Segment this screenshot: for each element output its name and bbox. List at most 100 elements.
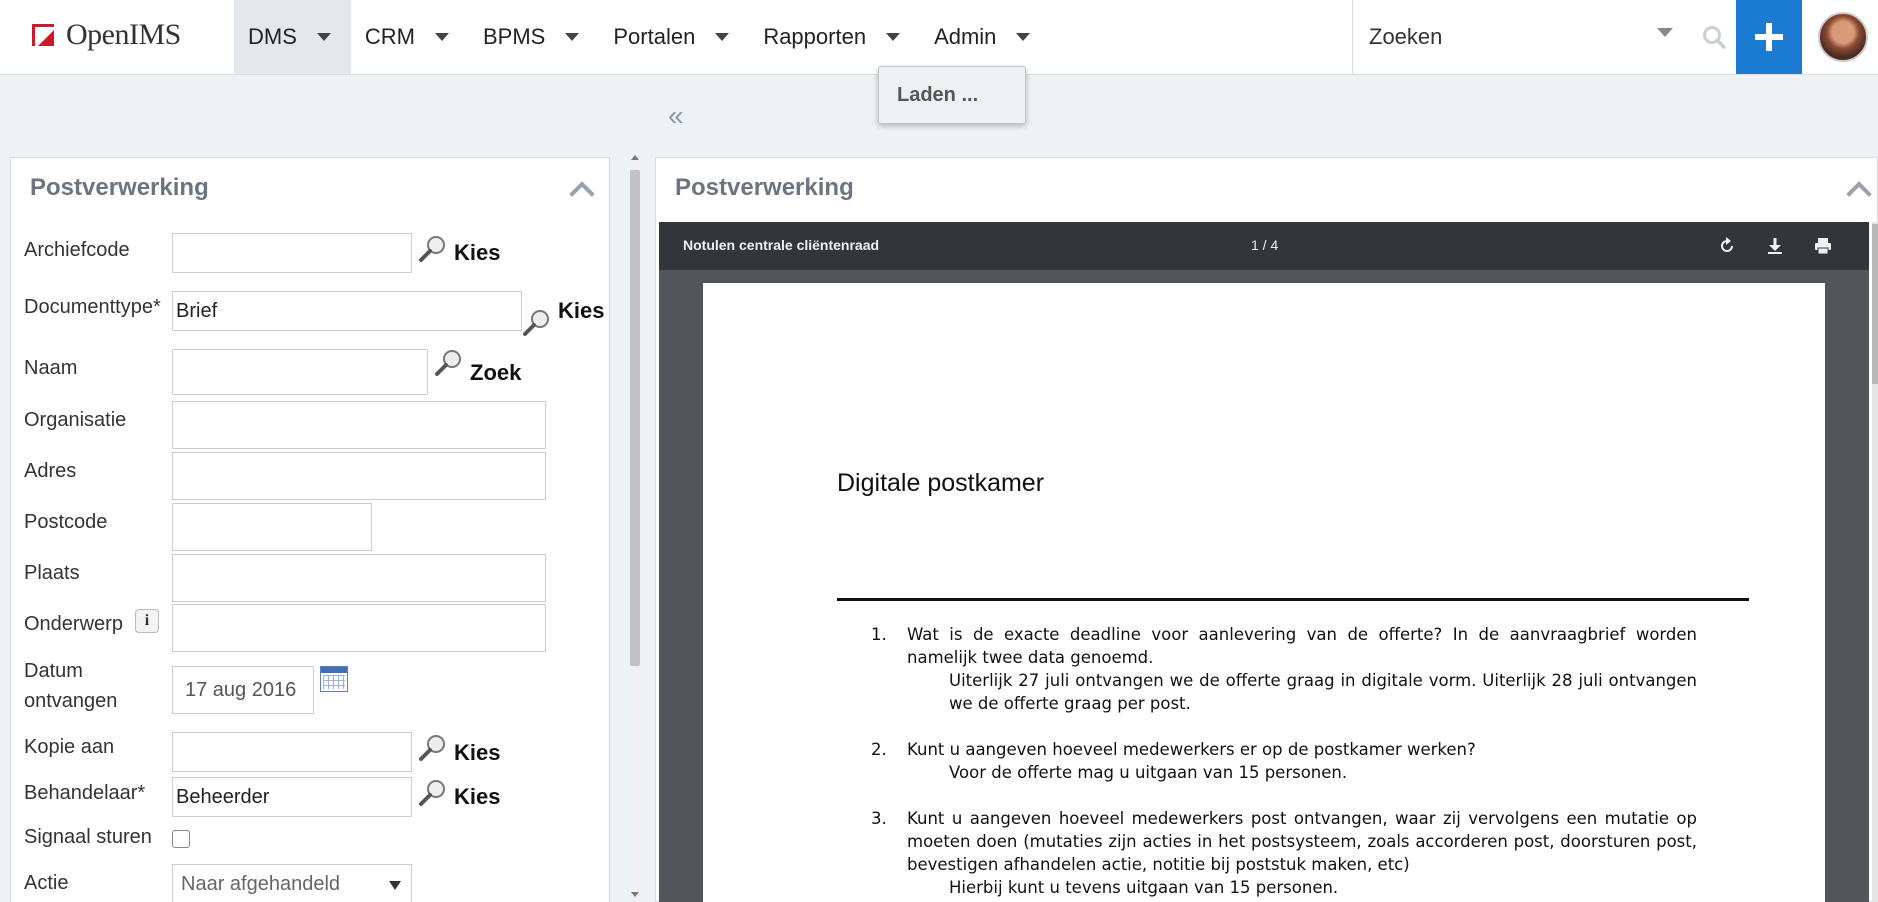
panel-title: Postverwerking [675,174,854,201]
download-icon[interactable] [1765,236,1785,256]
list-item-answer: Uiterlijk 27 juli ontvangen we de offert… [949,671,1697,713]
right-scrollbar-thumb[interactable] [1872,224,1878,384]
signaal-label: Signaal sturen [24,826,152,848]
openims-logo[interactable]: OpenIMS [30,18,181,52]
documenttype-label: Documenttype* [24,296,161,318]
nav-item-label: Rapporten [763,24,867,49]
documenttype-input[interactable] [172,291,522,331]
rotate-icon[interactable] [1717,236,1737,256]
adres-input[interactable] [172,452,546,500]
magnifier-icon[interactable] [418,778,448,808]
datum-label-line1: Datum [24,660,83,682]
caret-down-icon [389,881,401,890]
scroll-up-icon[interactable] [631,155,639,160]
list-item-question: Kunt u aangeven hoeveel medewerkers er o… [907,740,1476,759]
signaal-checkbox[interactable] [172,830,190,848]
caret-down-icon [435,33,449,41]
panel-title: Postverwerking [30,174,209,201]
organisatie-label: Organisatie [24,409,127,431]
archiefcode-input[interactable] [172,233,412,273]
search-input[interactable] [1369,20,1649,54]
pdf-viewer: Notulen centrale cliëntenraad 1 / 4 Digi… [659,222,1869,902]
avatar[interactable] [1818,12,1868,62]
top-navbar: OpenIMS DMS CRM BPMS Portalen Rapporten … [0,0,1878,75]
list-item-number: 2. [871,740,887,759]
calendar-icon[interactable] [320,666,348,692]
list-item-number: 1. [871,625,887,644]
magnifier-icon[interactable] [434,348,464,378]
document-heading: Digitale postkamer [837,469,1045,497]
list-item: 1. Wat is de exacte deadline voor aanlev… [837,623,1697,715]
caret-down-icon [1016,33,1031,41]
magnifier-icon[interactable] [418,733,448,763]
collapse-panel-icon[interactable]: « [668,100,684,132]
archiefcode-kies-link[interactable]: Kies [454,240,500,266]
document-question-list: 1. Wat is de exacte deadline voor aanlev… [837,623,1697,902]
naam-input[interactable] [172,349,428,395]
datum-input[interactable] [172,666,314,714]
list-item: 2. Kunt u aangeven hoeveel medewerkers e… [837,738,1697,784]
logo-text: OpenIMS [66,18,181,51]
actie-selected-value: Naar afgehandeld [181,873,341,895]
nav-item-rapporten[interactable]: Rapporten [749,0,920,74]
scroll-down-icon[interactable] [631,892,639,897]
naam-zoek-link[interactable]: Zoek [470,360,521,386]
nav-item-dms[interactable]: DMS [234,0,351,74]
nav-item-label: CRM [364,24,415,49]
caret-down-icon [565,33,580,41]
actie-label: Actie [24,872,69,894]
organisatie-input[interactable] [172,401,546,449]
list-item-question: Wat is de exacte deadline voor aanleveri… [907,625,1697,667]
magnifier-icon[interactable] [418,234,448,264]
behandelaar-label: Behandelaar* [24,782,146,804]
nav-item-label: BPMS [483,24,546,49]
search-icon[interactable] [1701,24,1727,50]
caret-down-icon [316,33,331,41]
kopie-kies-link[interactable]: Kies [454,740,500,766]
print-icon[interactable] [1813,236,1833,256]
documenttype-kies-link[interactable]: Kies [558,298,604,324]
plaats-input[interactable] [172,554,546,602]
chevron-up-icon[interactable] [569,181,595,207]
chevron-up-icon[interactable] [1846,181,1872,207]
postcode-label: Postcode [24,511,108,533]
kopie-input[interactable] [172,732,412,772]
pdf-document-title: Notulen centrale cliëntenraad [683,237,880,253]
list-item: 3. Kunt u aangeven hoeveel medewerkers p… [837,807,1697,899]
nav-item-bpms[interactable]: BPMS [469,0,599,74]
actie-select[interactable]: Naar afgehandeld [172,864,412,902]
nav-item-admin[interactable]: Admin [920,0,1050,74]
pdf-page: Digitale postkamer 1. Wat is de exacte d… [703,283,1825,902]
list-item-number: 3. [871,809,887,828]
kopie-label: Kopie aan [24,736,115,758]
list-item-answer: Voor de offerte mag u uitgaan van 15 per… [949,763,1348,782]
caret-down-icon [715,33,730,41]
loading-popup: Laden ... [878,66,1026,124]
datum-label-line2: ontvangen [24,690,118,712]
postcode-input[interactable] [172,503,372,551]
behandelaar-input[interactable] [172,777,412,817]
main-menu: DMS CRM BPMS Portalen Rapporten Admin [234,0,1050,74]
onderwerp-label: Onderwerp [24,613,123,635]
nav-item-label: Portalen [613,24,696,49]
plaats-label: Plaats [24,562,80,584]
document-divider [837,598,1749,601]
search-scope-dropdown-icon[interactable] [1657,28,1673,37]
nav-item-portalen[interactable]: Portalen [599,0,749,74]
magnifier-icon[interactable] [522,308,552,338]
list-item-answer: Hierbij kunt u tevens uitgaan van 15 per… [949,878,1339,897]
left-scrollbar-thumb[interactable] [630,170,640,666]
logo-icon [30,22,56,48]
adres-label: Adres [24,460,77,482]
nav-item-label: Admin [934,24,997,49]
info-icon[interactable]: i [135,609,159,633]
nav-item-label: DMS [248,24,297,49]
onderwerp-input[interactable] [172,604,546,652]
archiefcode-label: Archiefcode [24,239,130,261]
search-box [1352,0,1736,74]
add-button[interactable] [1736,0,1802,74]
pdf-page-indicator: 1 / 4 [1251,237,1279,253]
caret-down-icon [886,33,901,41]
nav-item-crm[interactable]: CRM [351,0,469,74]
behandelaar-kies-link[interactable]: Kies [454,784,500,810]
